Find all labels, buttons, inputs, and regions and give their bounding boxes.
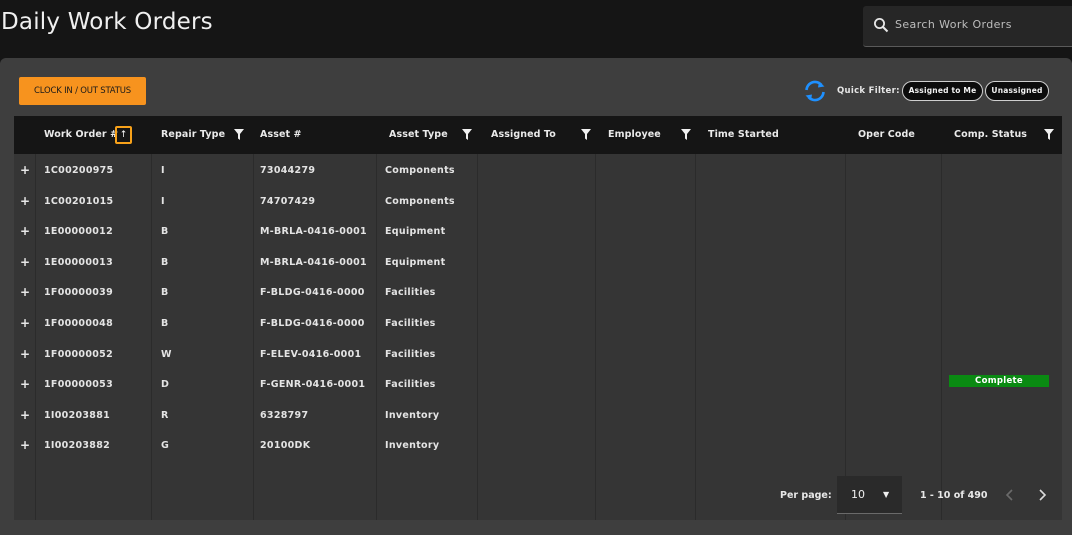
per-page-value: 10	[851, 488, 865, 501]
cell-asset: F-ELEV-0416-0001	[260, 348, 362, 360]
filter-icon[interactable]	[581, 129, 591, 140]
table-row[interactable]: +1F00000048 B F-BLDG-0416-0000 Facilities	[14, 307, 1062, 338]
expand-row-icon[interactable]: +	[20, 194, 30, 208]
caret-down-icon: ▼	[883, 490, 890, 499]
cell-asset: M-BRLA-0416-0001	[260, 256, 367, 268]
table-row[interactable]: +1E00000012 B M-BRLA-0416-0001 Equipment	[14, 215, 1062, 246]
unassigned-chip[interactable]: Unassigned	[985, 81, 1049, 101]
column-header-work-order[interactable]: Work Order #	[44, 116, 118, 154]
cell-work-order: 1F00000048	[44, 318, 113, 329]
next-page-icon[interactable]	[1035, 486, 1049, 504]
cell-asset-type: Inventory	[385, 440, 440, 452]
cell-asset: 20100DK	[260, 440, 311, 452]
table-row[interactable]: +1C00200975 I 73044279 Components	[14, 154, 1062, 185]
expand-row-icon[interactable]: +	[20, 285, 30, 299]
status-badge-complete: Complete	[949, 375, 1049, 387]
cell-asset-type: Equipment	[385, 256, 446, 268]
cell-repair-type: D	[161, 379, 170, 391]
cell-work-order: 1E00000013	[44, 256, 113, 268]
cell-asset-type: Facilities	[385, 287, 436, 299]
column-header-time-started[interactable]: Time Started	[708, 116, 779, 154]
table-row[interactable]: +1F00000053 D F-GENR-0416-0001 Facilities	[14, 368, 1062, 399]
previous-page-icon[interactable]	[1003, 486, 1017, 504]
cell-repair-type: I	[161, 195, 165, 207]
cell-asset: M-BRLA-0416-0001	[260, 226, 367, 238]
cell-repair-type: R	[161, 409, 169, 421]
expand-row-icon[interactable]: +	[20, 438, 30, 452]
column-header-assigned-to[interactable]: Assigned To	[491, 116, 556, 154]
column-header-repair-type[interactable]: Repair Type	[161, 116, 225, 154]
cell-asset-type: Facilities	[385, 379, 436, 391]
expand-row-icon[interactable]: +	[20, 163, 30, 177]
cell-asset: F-BLDG-0416-0000	[260, 318, 365, 329]
cell-asset: F-BLDG-0416-0000	[260, 287, 365, 299]
cell-work-order: 1F00000053	[44, 379, 113, 391]
column-header-comp-status[interactable]: Comp. Status	[954, 116, 1027, 154]
table-row[interactable]: +1E00000013 B M-BRLA-0416-0001 Equipment	[14, 246, 1062, 277]
expand-row-icon[interactable]: +	[20, 255, 30, 269]
cell-asset-type: Inventory	[385, 409, 440, 421]
table-header: Work Order # ↑ Repair Type Asset # Asset…	[14, 116, 1062, 154]
cell-work-order: 1C00200975	[44, 165, 114, 176]
cell-repair-type: I	[161, 165, 165, 176]
cell-asset: F-GENR-0416-0001	[260, 379, 366, 391]
column-header-asset[interactable]: Asset #	[260, 116, 302, 154]
refresh-icon[interactable]	[802, 78, 828, 104]
cell-asset: 74707429	[260, 195, 316, 207]
cell-work-order: 1F00000039	[44, 287, 113, 299]
cell-repair-type: B	[161, 318, 169, 329]
cell-work-order: 1E00000012	[44, 226, 113, 238]
filter-icon[interactable]	[462, 129, 472, 140]
cell-asset-type: Facilities	[385, 318, 436, 329]
sort-ascending-icon[interactable]: ↑	[115, 126, 132, 144]
expand-row-icon[interactable]: +	[20, 316, 30, 330]
assigned-to-me-chip[interactable]: Assigned to Me	[902, 81, 983, 101]
quick-filter-label: Quick Filter:	[837, 86, 900, 96]
cell-work-order: 1I00203881	[44, 409, 111, 421]
column-header-asset-type[interactable]: Asset Type	[389, 116, 448, 154]
table-row[interactable]: +1I00203881 R 6328797 Inventory	[14, 399, 1062, 430]
per-page-label: Per page:	[780, 490, 832, 501]
pagination-range: 1 - 10 of 490	[920, 490, 988, 501]
cell-repair-type: G	[161, 440, 170, 452]
search-box[interactable]	[863, 6, 1072, 47]
cell-asset-type: Components	[385, 195, 455, 207]
table-row[interactable]: +1C00201015 I 74707429 Components	[14, 185, 1062, 216]
column-header-oper-code[interactable]: Oper Code	[858, 116, 915, 154]
cell-asset-type: Components	[385, 165, 455, 176]
cell-work-order: 1F00000052	[44, 348, 113, 360]
cell-repair-type: B	[161, 226, 169, 238]
expand-row-icon[interactable]: +	[20, 224, 30, 238]
cell-asset-type: Equipment	[385, 226, 446, 238]
table-row[interactable]: +1F00000039 B F-BLDG-0416-0000 Facilities	[14, 276, 1062, 307]
clock-in-out-status-button[interactable]: CLOCK IN / OUT STATUS	[19, 77, 146, 105]
expand-row-icon[interactable]: +	[20, 347, 30, 361]
table-row[interactable]: +1I00203882 G 20100DK Inventory	[14, 429, 1062, 460]
top-bar: Daily Work Orders	[0, 0, 1072, 58]
work-orders-table: Work Order # ↑ Repair Type Asset # Asset…	[14, 116, 1062, 520]
cell-asset: 6328797	[260, 409, 309, 421]
filter-icon[interactable]	[234, 129, 244, 140]
cell-work-order: 1C00201015	[44, 195, 114, 207]
filter-icon[interactable]	[1044, 129, 1054, 140]
page-title: Daily Work Orders	[1, 9, 213, 35]
work-orders-panel: CLOCK IN / OUT STATUS Quick Filter: Assi…	[0, 58, 1072, 535]
cell-asset-type: Facilities	[385, 348, 436, 360]
search-input[interactable]	[895, 14, 1065, 34]
expand-row-icon[interactable]: +	[20, 377, 30, 391]
cell-asset: 73044279	[260, 165, 316, 176]
per-page-select[interactable]: 10 ▼	[837, 476, 902, 514]
column-header-employee[interactable]: Employee	[608, 116, 661, 154]
filter-icon[interactable]	[681, 129, 691, 140]
cell-work-order: 1I00203882	[44, 440, 111, 452]
table-row[interactable]: +1F00000052 W F-ELEV-0416-0001 Facilities	[14, 338, 1062, 369]
cell-repair-type: W	[161, 348, 172, 360]
cell-repair-type: B	[161, 256, 169, 268]
search-icon	[874, 18, 889, 33]
expand-row-icon[interactable]: +	[20, 408, 30, 422]
cell-repair-type: B	[161, 287, 169, 299]
